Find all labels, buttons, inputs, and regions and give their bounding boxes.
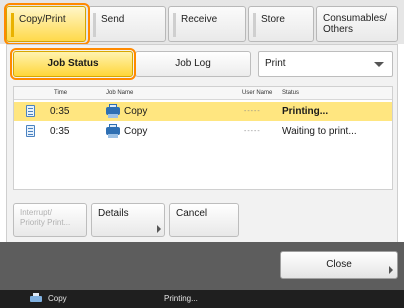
- chevron-down-icon: [374, 62, 384, 67]
- job-status-button[interactable]: Job Status: [13, 51, 133, 77]
- row-job-name: Copy: [124, 126, 148, 137]
- tab-label: Send: [101, 14, 125, 25]
- close-label: Close: [326, 259, 352, 270]
- tab-indicator-icon: [253, 13, 256, 37]
- tab-indicator-icon: [93, 13, 96, 37]
- status-job-state: Printing...: [164, 294, 198, 303]
- table-row[interactable]: 0:35 Copy ----- Waiting to print...: [14, 122, 392, 141]
- document-icon: [26, 105, 35, 117]
- close-button[interactable]: Close: [280, 251, 398, 279]
- cancel-button[interactable]: Cancel: [169, 203, 239, 237]
- tab-receive[interactable]: Receive: [168, 6, 246, 42]
- tab-send[interactable]: Send: [88, 6, 166, 42]
- function-tabs: Copy/Print Send Receive Store Consumable…: [0, 0, 404, 44]
- tab-store[interactable]: Store: [248, 6, 314, 42]
- tab-indicator-icon: [11, 13, 14, 37]
- copier-icon: [106, 104, 120, 118]
- job-type-select[interactable]: Print: [258, 51, 393, 77]
- job-type-value: Print: [265, 58, 286, 69]
- chevron-right-icon: [157, 225, 161, 233]
- row-status: Waiting to print...: [282, 126, 357, 137]
- table-header: Time Job Name User Name Status: [14, 87, 392, 100]
- job-log-button[interactable]: Job Log: [135, 51, 251, 77]
- status-bar: Copy Printing...: [0, 290, 404, 308]
- row-job-name: Copy: [124, 106, 148, 117]
- row-user-name: -----: [244, 108, 261, 115]
- row-time: 0:35: [50, 106, 70, 117]
- col-job-name: Job Name: [106, 90, 134, 96]
- document-icon: [26, 125, 35, 137]
- bottom-bar: Close: [0, 242, 404, 290]
- tab-consumables-others[interactable]: Consumables/ Others: [316, 6, 398, 42]
- copier-icon: [30, 293, 42, 305]
- col-user-name: User Name: [242, 90, 273, 96]
- tab-label: Receive: [181, 14, 218, 25]
- details-button[interactable]: Details: [91, 203, 165, 237]
- tab-indicator-icon: [173, 13, 176, 37]
- row-time: 0:35: [50, 126, 70, 137]
- job-table: Time Job Name User Name Status 0:35 Copy…: [13, 86, 393, 190]
- copier-icon: [106, 124, 120, 138]
- tab-label: Copy/Print: [19, 14, 66, 25]
- col-time: Time: [54, 90, 68, 96]
- status-job-name: Copy: [48, 294, 67, 303]
- tab-label: Consumables/ Others: [323, 13, 387, 35]
- details-label: Details: [98, 208, 129, 219]
- tab-copy-print[interactable]: Copy/Print: [6, 6, 86, 42]
- chevron-right-icon: [389, 266, 393, 274]
- row-status: Printing...: [282, 106, 329, 117]
- job-status-panel: Job Status Job Log Print Time Job Name U…: [6, 44, 398, 254]
- table-row[interactable]: 0:35 Copy ----- Printing...: [14, 102, 392, 121]
- row-user-name: -----: [244, 128, 261, 135]
- interrupt-priority-print-button[interactable]: Interrupt/ Priority Print...: [13, 203, 87, 237]
- tab-label: Store: [261, 14, 285, 25]
- col-status: Status: [282, 90, 300, 96]
